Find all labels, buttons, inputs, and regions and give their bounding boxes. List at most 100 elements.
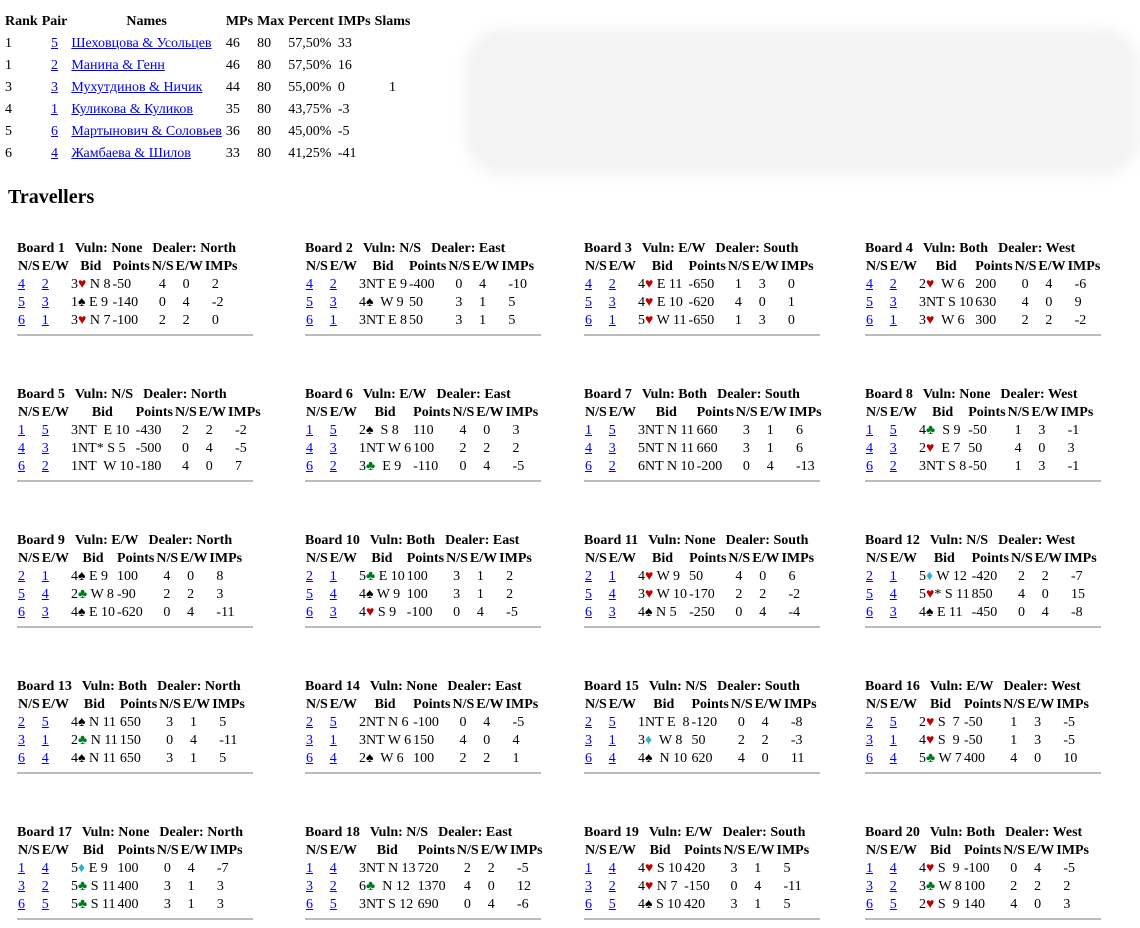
ew-pair-link[interactable]: 4 [609, 861, 616, 876]
ew-pair-link[interactable]: 3 [890, 295, 897, 310]
ns-pair-link[interactable]: 6 [18, 751, 25, 766]
pair-link[interactable]: 4 [51, 146, 58, 161]
ns-pair-link[interactable]: 5 [866, 295, 873, 310]
ew-pair-link[interactable]: 1 [890, 733, 897, 748]
ns-pair-link[interactable]: 6 [585, 605, 592, 620]
ew-pair-link[interactable]: 3 [330, 441, 337, 456]
ew-pair-link[interactable]: 4 [42, 751, 49, 766]
ew-pair-link[interactable]: 5 [609, 423, 616, 438]
ew-pair-link[interactable]: 1 [609, 569, 616, 584]
ew-pair-link[interactable]: 4 [890, 587, 897, 602]
pair-link[interactable]: 5 [51, 36, 58, 51]
ns-pair-link[interactable]: 6 [306, 605, 313, 620]
ew-pair-link[interactable]: 4 [330, 587, 337, 602]
ew-pair-link[interactable]: 3 [609, 605, 616, 620]
ew-pair-link[interactable]: 3 [42, 295, 49, 310]
ns-pair-link[interactable]: 3 [585, 733, 592, 748]
ew-pair-link[interactable]: 3 [330, 605, 337, 620]
ns-pair-link[interactable]: 4 [585, 277, 592, 292]
ns-pair-link[interactable]: 6 [306, 459, 313, 474]
ns-pair-link[interactable]: 6 [866, 897, 873, 912]
ew-pair-link[interactable]: 5 [609, 715, 616, 730]
ns-pair-link[interactable]: 1 [18, 861, 25, 876]
ew-pair-link[interactable]: 2 [890, 459, 897, 474]
pair-link[interactable]: 3 [51, 80, 58, 95]
ew-pair-link[interactable]: 1 [609, 733, 616, 748]
ns-pair-link[interactable]: 2 [866, 569, 873, 584]
ns-pair-link[interactable]: 3 [306, 879, 313, 894]
ew-pair-link[interactable]: 2 [330, 879, 337, 894]
ns-pair-link[interactable]: 4 [866, 277, 873, 292]
ew-pair-link[interactable]: 3 [42, 605, 49, 620]
ns-pair-link[interactable]: 6 [585, 313, 592, 328]
ew-pair-link[interactable]: 2 [609, 879, 616, 894]
ns-pair-link[interactable]: 6 [306, 751, 313, 766]
ew-pair-link[interactable]: 3 [609, 441, 616, 456]
ns-pair-link[interactable]: 6 [18, 605, 25, 620]
ew-pair-link[interactable]: 5 [609, 897, 616, 912]
ew-pair-link[interactable]: 2 [42, 459, 49, 474]
ew-pair-link[interactable]: 5 [330, 897, 337, 912]
ew-pair-link[interactable]: 5 [330, 715, 337, 730]
ns-pair-link[interactable]: 3 [866, 733, 873, 748]
ns-pair-link[interactable]: 5 [585, 295, 592, 310]
pair-link[interactable]: 1 [51, 102, 58, 117]
ns-pair-link[interactable]: 5 [585, 587, 592, 602]
ns-pair-link[interactable]: 1 [306, 423, 313, 438]
ew-pair-link[interactable]: 5 [42, 715, 49, 730]
ns-pair-link[interactable]: 5 [18, 295, 25, 310]
ns-pair-link[interactable]: 2 [866, 715, 873, 730]
names-link[interactable]: Шеховцова & Усольцев [71, 36, 211, 51]
ns-pair-link[interactable]: 2 [306, 715, 313, 730]
ew-pair-link[interactable]: 1 [330, 313, 337, 328]
names-link[interactable]: Мухутдинов & Ничик [71, 80, 202, 95]
ns-pair-link[interactable]: 5 [306, 587, 313, 602]
ns-pair-link[interactable]: 4 [585, 441, 592, 456]
ew-pair-link[interactable]: 4 [890, 751, 897, 766]
ew-pair-link[interactable]: 3 [890, 605, 897, 620]
ew-pair-link[interactable]: 2 [330, 459, 337, 474]
ew-pair-link[interactable]: 5 [890, 715, 897, 730]
ns-pair-link[interactable]: 1 [866, 861, 873, 876]
ew-pair-link[interactable]: 5 [42, 897, 49, 912]
ew-pair-link[interactable]: 1 [330, 569, 337, 584]
ns-pair-link[interactable]: 6 [18, 897, 25, 912]
ns-pair-link[interactable]: 3 [866, 879, 873, 894]
ns-pair-link[interactable]: 6 [18, 313, 25, 328]
ns-pair-link[interactable]: 6 [18, 459, 25, 474]
ns-pair-link[interactable]: 4 [18, 277, 25, 292]
ns-pair-link[interactable]: 3 [306, 733, 313, 748]
ns-pair-link[interactable]: 6 [866, 313, 873, 328]
ew-pair-link[interactable]: 1 [890, 569, 897, 584]
ew-pair-link[interactable]: 1 [42, 569, 49, 584]
ns-pair-link[interactable]: 6 [585, 897, 592, 912]
names-link[interactable]: Жамбаева & Шилов [71, 146, 191, 161]
ns-pair-link[interactable]: 4 [306, 441, 313, 456]
ew-pair-link[interactable]: 1 [42, 313, 49, 328]
ns-pair-link[interactable]: 5 [866, 587, 873, 602]
ns-pair-link[interactable]: 6 [306, 897, 313, 912]
ns-pair-link[interactable]: 1 [18, 423, 25, 438]
ew-pair-link[interactable]: 2 [42, 277, 49, 292]
ns-pair-link[interactable]: 1 [306, 861, 313, 876]
ew-pair-link[interactable]: 5 [890, 897, 897, 912]
ew-pair-link[interactable]: 4 [330, 861, 337, 876]
ew-pair-link[interactable]: 4 [609, 587, 616, 602]
ns-pair-link[interactable]: 5 [18, 587, 25, 602]
ew-pair-link[interactable]: 1 [330, 733, 337, 748]
ew-pair-link[interactable]: 3 [42, 441, 49, 456]
ns-pair-link[interactable]: 4 [866, 441, 873, 456]
ns-pair-link[interactable]: 4 [18, 441, 25, 456]
pair-link[interactable]: 2 [51, 58, 58, 73]
ns-pair-link[interactable]: 2 [585, 715, 592, 730]
ew-pair-link[interactable]: 4 [42, 587, 49, 602]
ew-pair-link[interactable]: 3 [330, 295, 337, 310]
ns-pair-link[interactable]: 4 [306, 277, 313, 292]
ns-pair-link[interactable]: 6 [866, 605, 873, 620]
ns-pair-link[interactable]: 6 [585, 751, 592, 766]
ns-pair-link[interactable]: 6 [306, 313, 313, 328]
names-link[interactable]: Манина & Генн [71, 58, 164, 73]
ew-pair-link[interactable]: 2 [890, 277, 897, 292]
ew-pair-link[interactable]: 1 [609, 313, 616, 328]
ew-pair-link[interactable]: 1 [890, 313, 897, 328]
